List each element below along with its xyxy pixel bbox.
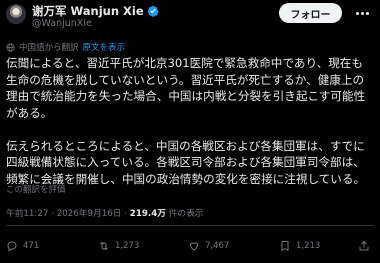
author-name-row[interactable]: 谢万军 Wanjun Xie [32, 3, 159, 19]
post-meta: 午前11:27 · 2026年9月16日 · 219.4万 件の表示 [6, 206, 203, 219]
post-time[interactable]: 午前11:27 [6, 209, 48, 219]
like-button[interactable]: 7,467 [188, 240, 229, 252]
views-label: 件の表示 [168, 209, 204, 219]
reply-button[interactable]: 471 [6, 240, 39, 252]
like-icon [189, 242, 199, 251]
bookmark-count: 1,213 [296, 241, 321, 251]
post-paragraph-2: 伝えられるところによると、中国の各戦区および各集団軍は、すでに四級戦備状態に入っ… [6, 138, 366, 186]
repost-icon [100, 241, 108, 251]
more-icon[interactable] [352, 7, 372, 19]
avatar[interactable] [6, 4, 26, 24]
share-icon [359, 240, 369, 251]
repost-button[interactable]: 1,273 [98, 240, 139, 252]
bookmark-button[interactable]: 1,213 [279, 240, 320, 252]
bookmark-icon [281, 241, 289, 252]
follow-button[interactable]: フォロー [279, 3, 342, 23]
show-original-link[interactable]: 原文を表示 [83, 41, 126, 53]
author-handle[interactable]: @WanjunXie [32, 18, 92, 29]
reply-count: 471 [23, 241, 40, 251]
views-count: 219.4万 [129, 209, 166, 219]
post-body: 伝聞によると、習近平氏が北京301医院で緊急救命中であり、現在も生命の危機を脱し… [6, 55, 374, 204]
action-bar: 471 1,273 7,467 1,213 [0, 240, 380, 256]
translation-notice: 中国語から翻訳 原文を表示 [6, 41, 125, 53]
like-count: 7,467 [205, 241, 230, 251]
post-paragraph-1: 伝聞によると、習近平氏が北京301医院で緊急救命中であり、現在も生命の危機を脱し… [6, 56, 366, 120]
post-date[interactable]: 2026年9月16日 [57, 209, 122, 219]
divider [6, 225, 374, 226]
rate-translation-link[interactable]: この翻訳を評価 [6, 183, 66, 195]
author-name[interactable]: 谢万军 Wanjun Xie [32, 3, 144, 19]
reply-icon [7, 241, 17, 252]
translation-label: 中国語から翻訳 [19, 43, 79, 53]
verified-badge-icon [147, 5, 159, 17]
globe-icon [6, 42, 15, 52]
share-button[interactable] [358, 240, 370, 252]
repost-count: 1,273 [115, 241, 140, 251]
